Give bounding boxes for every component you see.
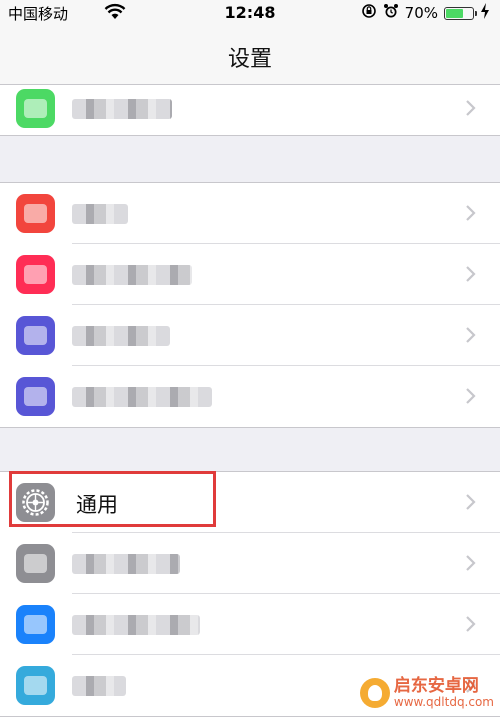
messages-icon [16, 89, 55, 128]
screen-time-icon [16, 377, 55, 416]
blurred-label [72, 387, 212, 407]
chevron-right-icon [466, 327, 476, 343]
do-not-disturb-icon [16, 316, 55, 355]
wallpaper-icon [16, 666, 55, 705]
settings-row-do-not-disturb[interactable] [0, 305, 500, 366]
chevron-right-icon [466, 266, 476, 282]
settings-row-control-center[interactable] [0, 533, 500, 594]
blurred-label [72, 554, 180, 574]
battery-icon [444, 6, 477, 20]
settings-row-sounds[interactable] [0, 244, 500, 305]
blurred-label [72, 326, 170, 346]
chevron-right-icon [466, 616, 476, 632]
chevron-right-icon [466, 555, 476, 571]
status-bar: 中国移动 12:48 70% [0, 0, 500, 26]
chevron-right-icon [466, 494, 476, 510]
battery-fill [446, 8, 463, 18]
chevron-right-icon [466, 100, 476, 116]
settings-row-screen-time[interactable] [0, 366, 500, 427]
chevron-right-icon [466, 205, 476, 221]
sounds-icon [16, 255, 55, 294]
blurred-label [72, 676, 126, 696]
settings-row-display[interactable] [0, 594, 500, 655]
battery-percent: 70% [404, 4, 438, 22]
alarm-icon [383, 3, 399, 23]
watermark: 启东安卓网 www.qdltdq.com [359, 676, 494, 709]
blurred-label [72, 615, 200, 635]
display-icon [16, 605, 55, 644]
blurred-label [72, 265, 192, 285]
highlight-box [9, 471, 216, 527]
watermark-url: www.qdltdq.com [393, 694, 494, 709]
settings-row-messages[interactable] [0, 85, 500, 135]
status-right: 70% [361, 3, 490, 23]
settings-group-1 [0, 84, 500, 136]
settings-row-notifications[interactable] [0, 183, 500, 244]
watermark-logo-icon [359, 678, 390, 709]
notifications-icon [16, 194, 55, 233]
chevron-right-icon [466, 388, 476, 404]
watermark-name: 启东安卓网 [393, 676, 479, 697]
page-title: 设置 [227, 47, 272, 72]
charging-icon [480, 3, 490, 23]
blurred-label [72, 99, 172, 119]
control-center-icon [16, 544, 55, 583]
blurred-label [72, 204, 128, 224]
settings-group-2 [0, 182, 500, 428]
rotation-lock-icon [361, 3, 377, 23]
navigation-bar: 设置 [0, 26, 500, 85]
